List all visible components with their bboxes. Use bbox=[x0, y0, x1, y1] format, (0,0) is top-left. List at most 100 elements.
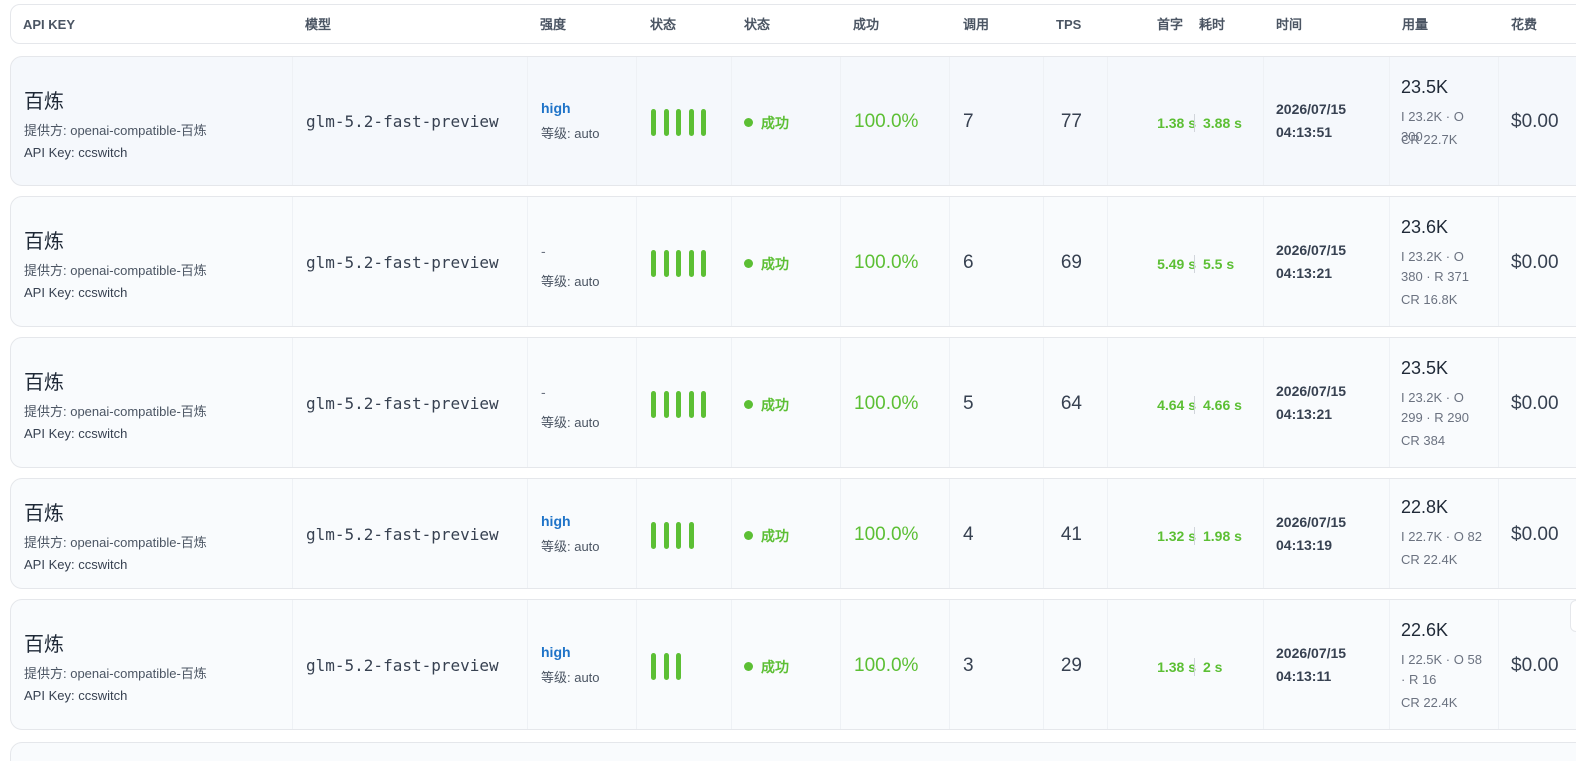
status-badge: 成功 bbox=[744, 113, 789, 133]
cell-divider bbox=[1263, 600, 1264, 729]
usage-breakdown: I 23.2K · O 380 · R 371 bbox=[1401, 249, 1469, 284]
latency-divider bbox=[1194, 114, 1195, 132]
timestamp-clock: 04:13:19 bbox=[1276, 536, 1333, 553]
provider-source: 提供方: openai-compatible-百炼 bbox=[24, 535, 207, 550]
cell-divider bbox=[1263, 338, 1264, 467]
tps-value: 41 bbox=[1060, 523, 1082, 545]
success-rate: 100.0% bbox=[854, 251, 919, 273]
api-key-label: API Key: ccswitch bbox=[24, 426, 128, 441]
cell-divider bbox=[840, 338, 841, 467]
table-header: API KEY 模型 强度 状态 状态 成功 调用 TPS 首字 耗时 时间 用… bbox=[10, 4, 1576, 44]
cell-divider bbox=[1107, 479, 1108, 588]
header-api-key[interactable]: API KEY bbox=[23, 5, 75, 45]
usage-total: 23.5K bbox=[1401, 358, 1449, 378]
header-status[interactable]: 状态 bbox=[744, 5, 770, 45]
first-token-time: 1.38 s bbox=[1157, 115, 1196, 131]
tps-value: 64 bbox=[1060, 392, 1082, 414]
status-bar bbox=[688, 109, 694, 136]
cell-divider bbox=[840, 197, 841, 326]
latency-divider bbox=[1194, 395, 1195, 414]
cell-divider bbox=[1389, 57, 1390, 185]
cell-divider bbox=[527, 600, 528, 729]
status-bar bbox=[701, 249, 706, 277]
table-row[interactable]: 百炼 提供方: openai-compatible-百炼 API Key: cc… bbox=[10, 478, 1576, 589]
cell-divider bbox=[292, 479, 293, 588]
header-strength[interactable]: 强度 bbox=[540, 5, 566, 45]
status-label: 成功 bbox=[761, 115, 789, 131]
strength-value: high bbox=[541, 643, 571, 660]
table-row[interactable]: 百炼 提供方: openai-compatible-百炼 API Key: cc… bbox=[10, 337, 1576, 468]
cost-value: $0.00 bbox=[1511, 654, 1559, 676]
api-key-label: API Key: ccswitch bbox=[24, 285, 128, 300]
scroll-handle[interactable] bbox=[1570, 600, 1576, 632]
cell-divider bbox=[527, 197, 528, 326]
header-time[interactable]: 时间 bbox=[1276, 5, 1302, 45]
provider-source: 提供方: openai-compatible-百炼 bbox=[24, 263, 207, 278]
header-tps[interactable]: TPS bbox=[1056, 5, 1081, 45]
cell-divider bbox=[1498, 479, 1499, 588]
cell-divider bbox=[527, 338, 528, 467]
header-duration[interactable]: 耗时 bbox=[1199, 5, 1225, 45]
cell-divider bbox=[840, 600, 841, 729]
header-cost[interactable]: 花费 bbox=[1511, 5, 1537, 45]
success-rate: 100.0% bbox=[854, 111, 919, 132]
cell-divider bbox=[1389, 197, 1390, 326]
cell-divider bbox=[527, 479, 528, 588]
header-model[interactable]: 模型 bbox=[305, 5, 331, 45]
status-badge: 成功 bbox=[744, 254, 789, 274]
cell-divider bbox=[949, 600, 950, 729]
cost-value: $0.00 bbox=[1511, 251, 1559, 273]
call-count: 3 bbox=[963, 654, 974, 676]
status-label: 成功 bbox=[761, 255, 789, 272]
header-ttft[interactable]: 首字 bbox=[1157, 5, 1183, 45]
cell-divider bbox=[731, 197, 732, 326]
table-row[interactable]: 百炼 提供方: openai-compatible-百炼 API Key: cc… bbox=[10, 196, 1576, 327]
table-row-partial[interactable] bbox=[10, 742, 1576, 761]
cell-divider bbox=[636, 197, 637, 326]
status-bar bbox=[663, 109, 669, 136]
first-token-time: 1.32 s bbox=[1157, 527, 1196, 544]
cell-divider bbox=[1263, 479, 1264, 588]
header-status-bars[interactable]: 状态 bbox=[650, 5, 676, 45]
status-dot-icon bbox=[744, 530, 753, 540]
call-count: 4 bbox=[963, 523, 974, 545]
status-bar bbox=[676, 249, 681, 277]
table-row[interactable]: 百炼 提供方: openai-compatible-百炼 API Key: cc… bbox=[10, 56, 1576, 186]
status-bar bbox=[651, 390, 656, 418]
cell-divider bbox=[1107, 600, 1108, 729]
provider-source: 提供方: openai-compatible-百炼 bbox=[24, 123, 207, 138]
header-calls[interactable]: 调用 bbox=[963, 5, 989, 45]
cell-divider bbox=[527, 57, 528, 185]
model-name: glm-5.2-fast-preview bbox=[306, 655, 499, 675]
strength-value: high bbox=[541, 512, 571, 529]
status-label: 成功 bbox=[761, 396, 789, 413]
status-bar bbox=[663, 249, 669, 277]
table-row[interactable]: 百炼 提供方: openai-compatible-百炼 API Key: cc… bbox=[10, 599, 1576, 730]
cell-divider bbox=[292, 600, 293, 729]
total-duration: 2 s bbox=[1203, 658, 1223, 675]
timestamp-date: 2026/07/15 bbox=[1276, 644, 1347, 661]
timestamp-clock: 04:13:51 bbox=[1276, 124, 1333, 140]
status-dot-icon bbox=[744, 118, 753, 127]
header-success[interactable]: 成功 bbox=[853, 5, 879, 45]
cell-divider bbox=[1107, 338, 1108, 467]
cell-divider bbox=[1043, 197, 1044, 326]
provider-name: 百炼 bbox=[24, 372, 64, 394]
total-duration: 4.66 s bbox=[1203, 396, 1242, 413]
status-badge: 成功 bbox=[744, 526, 789, 546]
model-name: glm-5.2-fast-preview bbox=[306, 252, 499, 272]
cell-divider bbox=[1498, 338, 1499, 467]
timestamp: 2026/07/15 04:13:51 bbox=[1276, 98, 1346, 144]
cell-divider bbox=[292, 338, 293, 467]
api-key-label: API Key: ccswitch bbox=[24, 557, 128, 572]
cell-divider bbox=[636, 479, 637, 588]
api-key-label: API Key: ccswitch bbox=[24, 688, 128, 703]
timestamp-clock: 04:13:21 bbox=[1276, 264, 1333, 281]
header-usage[interactable]: 用量 bbox=[1402, 5, 1428, 45]
cell-divider bbox=[1043, 338, 1044, 467]
status-badge: 成功 bbox=[744, 657, 789, 677]
model-name: glm-5.2-fast-preview bbox=[306, 393, 499, 413]
cell-divider bbox=[731, 57, 732, 185]
call-count: 6 bbox=[963, 251, 974, 273]
status-badge: 成功 bbox=[744, 395, 789, 415]
